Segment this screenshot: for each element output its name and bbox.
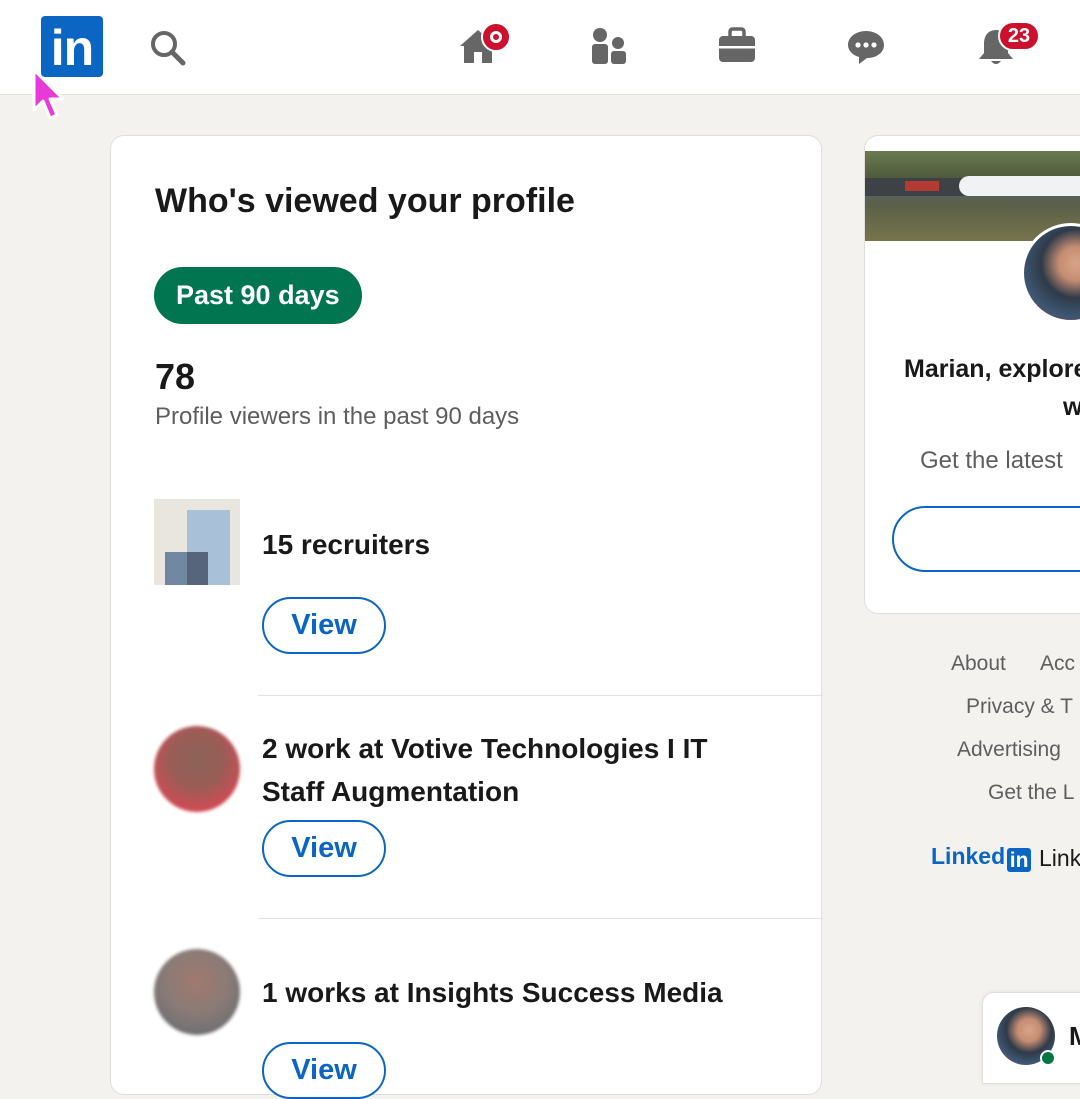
promo-subtext: Get the latest [920, 447, 1063, 474]
viewer-item-text: 1 works at Insights Success Media [262, 977, 723, 1008]
viewer-count-caption: Profile viewers in the past 90 days [155, 403, 520, 430]
messaging-title: M [1069, 1021, 1080, 1051]
divider [258, 695, 823, 696]
blurred-avatar [154, 949, 240, 1035]
time-filter-pill[interactable]: Past 90 days [154, 267, 362, 324]
online-status-dot [1040, 1050, 1056, 1066]
mouse-cursor-icon [32, 68, 65, 120]
footer-link-get-app[interactable]: Get the L [988, 781, 1074, 805]
messaging-icon[interactable] [845, 28, 887, 66]
my-network-icon[interactable] [588, 26, 630, 66]
promo-action-button[interactable] [892, 506, 1080, 572]
footer-link-about[interactable]: About [951, 652, 1006, 676]
top-navigation-bar: in 23 [0, 0, 1080, 95]
footer-brand-text: Linked [931, 843, 1006, 869]
footer-linkedin-logo: Linked in [931, 843, 1032, 872]
view-button[interactable]: View [262, 820, 386, 877]
promo-headline-cont: w [1063, 393, 1080, 422]
recruiters-icon [154, 499, 240, 585]
footer-link-accessibility[interactable]: Acc [1040, 652, 1075, 676]
card-title: Who's viewed your profile [155, 182, 575, 220]
home-notification-dot [481, 22, 511, 52]
notifications-count-badge: 23 [998, 21, 1040, 51]
messaging-overlay[interactable]: M [982, 992, 1080, 1084]
viewer-count: 78 [155, 356, 196, 397]
promo-headline: Marian, explore [904, 355, 1080, 383]
promo-card: Marian, explore w Get the latest [864, 135, 1080, 614]
search-icon[interactable] [148, 28, 188, 68]
footer-link-privacy[interactable]: Privacy & T [966, 695, 1073, 719]
footer-brand-badge: in [1007, 848, 1032, 872]
divider [258, 918, 823, 919]
profile-viewers-card: Who's viewed your profile Past 90 days 7… [110, 135, 823, 1099]
jobs-icon[interactable] [716, 26, 758, 66]
viewer-item-text: 2 work at Votive Technologies I IT Staff… [262, 733, 708, 807]
blurred-avatar [154, 726, 240, 812]
footer-copyright: Link [1039, 845, 1080, 871]
view-button[interactable]: View [262, 597, 386, 654]
view-button[interactable]: View [262, 1042, 386, 1099]
viewer-item-text: 15 recruiters [262, 529, 431, 560]
footer-link-advertising[interactable]: Advertising [957, 738, 1061, 762]
